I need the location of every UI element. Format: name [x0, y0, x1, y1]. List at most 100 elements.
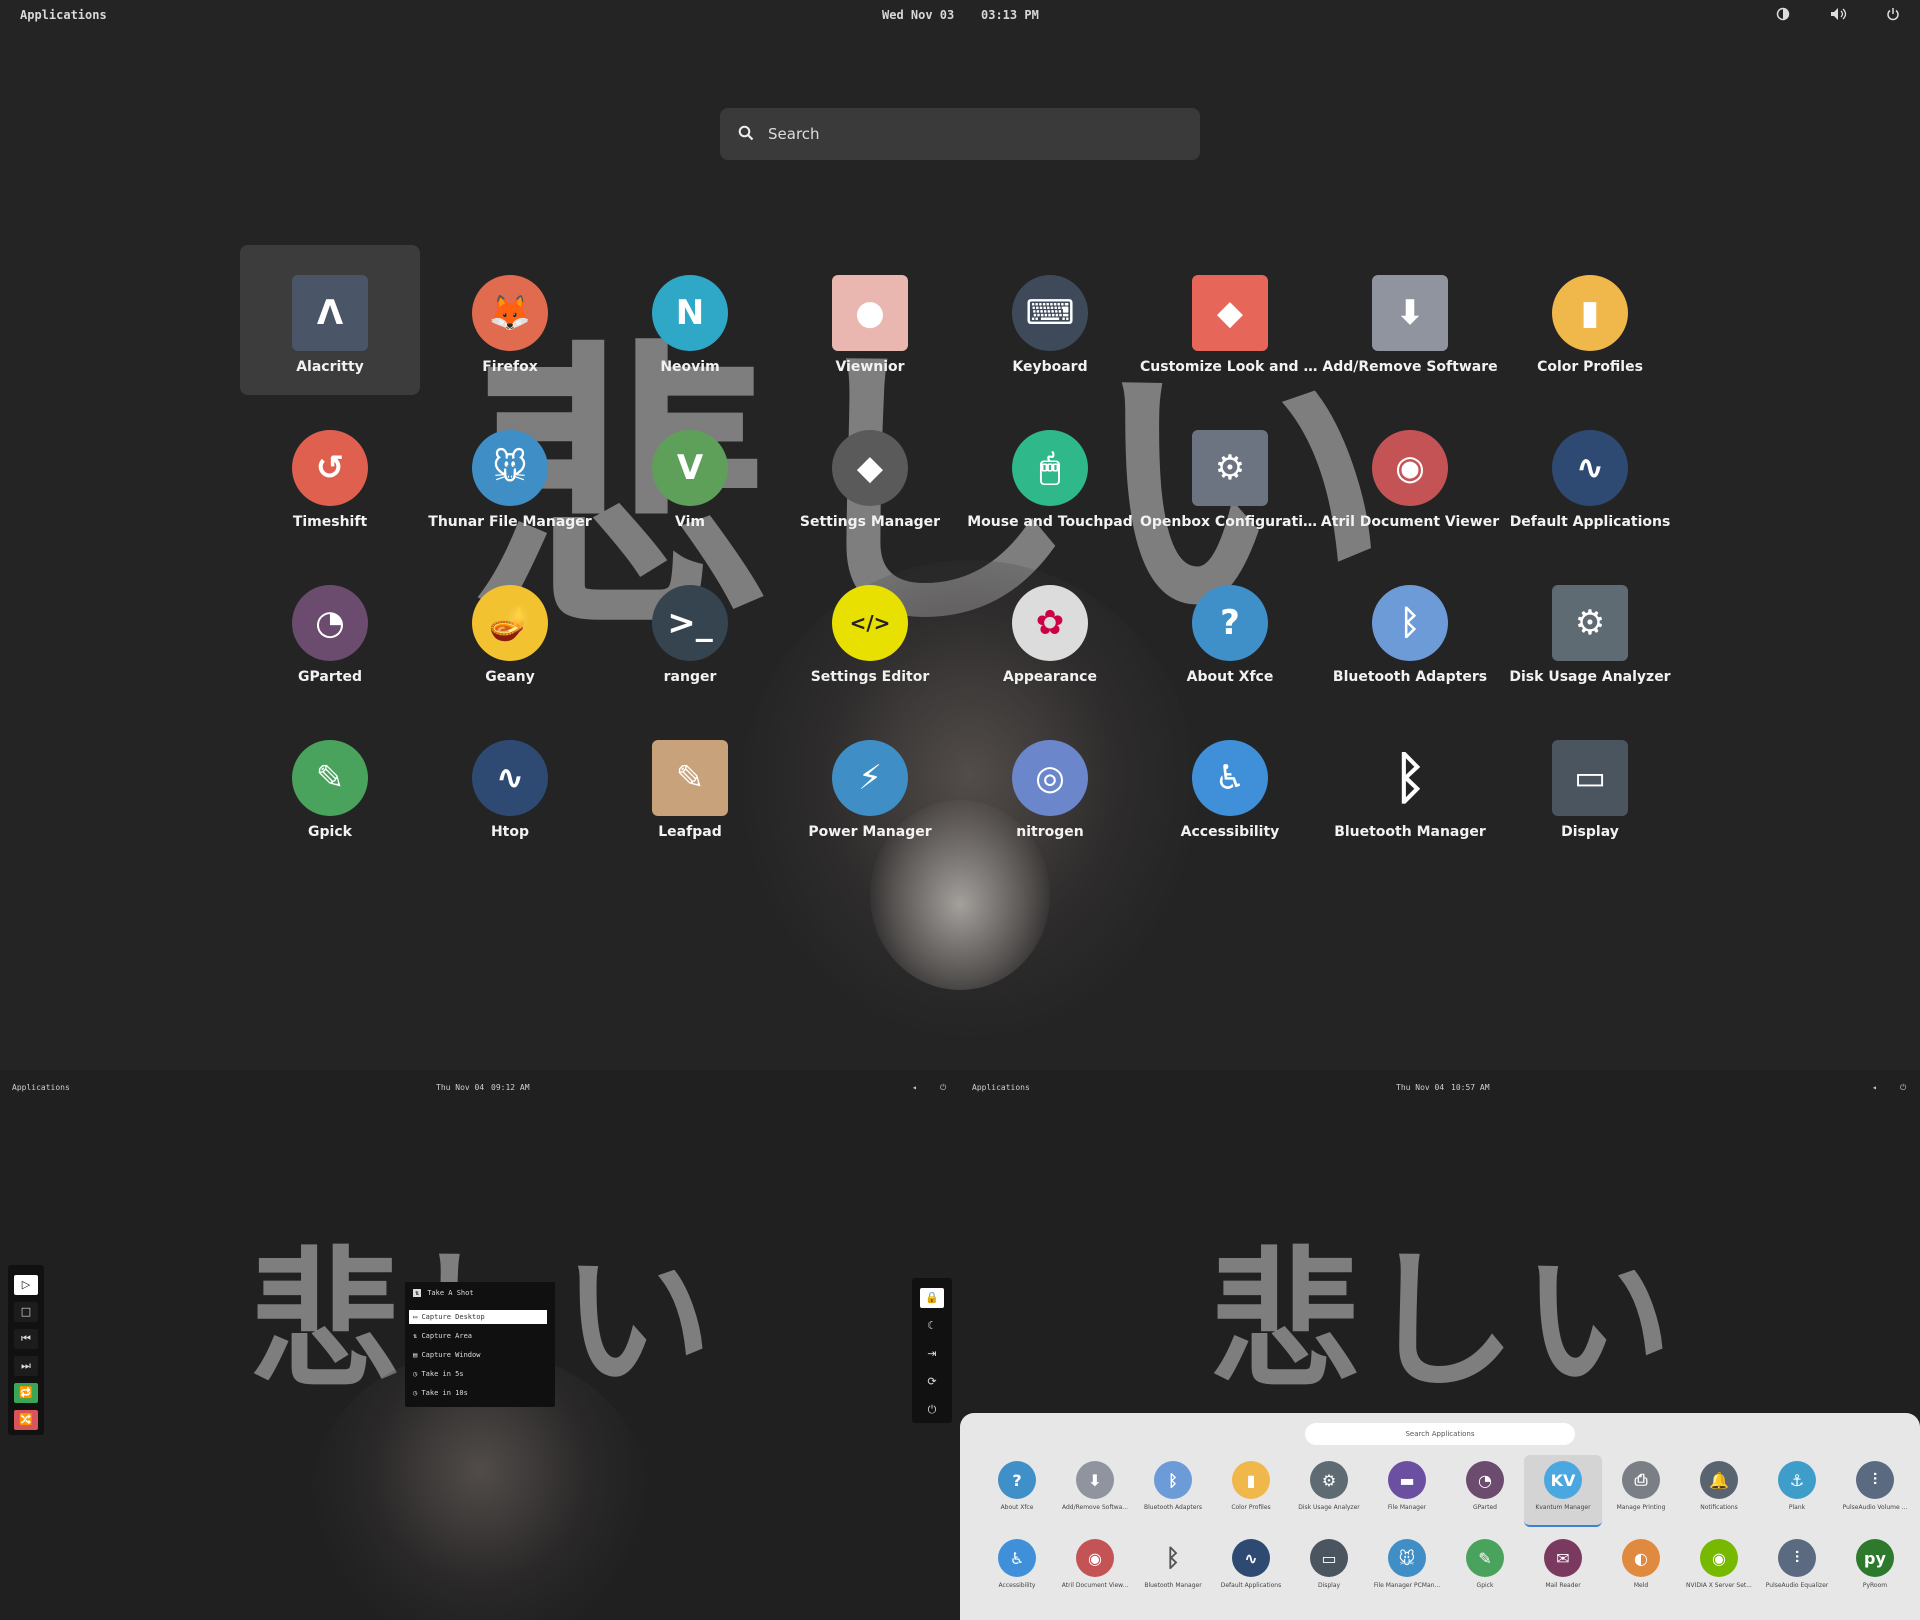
- app-tile[interactable]: 🪔 Geany: [420, 555, 600, 705]
- launcher-app-tile[interactable]: ⎙ Manage Printing: [1602, 1455, 1680, 1525]
- app-tile[interactable]: 🖱 Mouse and Touchpad: [960, 400, 1140, 550]
- app-tile[interactable]: ◆ Settings Manager: [780, 400, 960, 550]
- search-input[interactable]: Search: [720, 108, 1200, 160]
- app-tile[interactable]: ⚙ Disk Usage Analyzer: [1500, 555, 1680, 705]
- launcher-app-tile[interactable]: ▮ Color Profiles: [1212, 1455, 1290, 1525]
- app-tile[interactable]: ⬇ Add/Remove Software: [1320, 245, 1500, 395]
- power-icon[interactable]: ⏻: [940, 1083, 946, 1093]
- launcher-app-tile[interactable]: ⚓ Plank: [1758, 1455, 1836, 1525]
- clock-time[interactable]: 03:13 PM: [981, 8, 1039, 22]
- app-tile[interactable]: 🐭 Thunar File Manager: [420, 400, 600, 550]
- applications-menu[interactable]: Applications: [972, 1083, 1030, 1092]
- launcher-app-tile[interactable]: ᛒ Bluetooth Adapters: [1134, 1455, 1212, 1525]
- app-tile[interactable]: ● Viewnior: [780, 245, 960, 395]
- clock-date[interactable]: Thu Nov 04: [436, 1083, 484, 1092]
- app-tile[interactable]: ✿ Appearance: [960, 555, 1140, 705]
- bluetooth-adapters-icon: ᛒ: [1154, 1461, 1192, 1499]
- launcher-app-tile[interactable]: 🔔 Notifications: [1680, 1455, 1758, 1525]
- app-tile[interactable]: Λ Alacritty: [240, 245, 420, 395]
- app-tile[interactable]: ◉ Atril Document Viewer: [1320, 400, 1500, 550]
- suspend-button[interactable]: ☾: [920, 1316, 944, 1336]
- app-tile[interactable]: ⚙ Openbox Configuratio...: [1140, 400, 1320, 550]
- next-button[interactable]: ⏭: [14, 1356, 38, 1376]
- geany-icon: 🪔: [472, 585, 548, 661]
- app-tile[interactable]: ◔ GParted: [240, 555, 420, 705]
- night-light-icon[interactable]: [1776, 6, 1790, 21]
- app-tile[interactable]: ✎ Leafpad: [600, 710, 780, 860]
- shuffle-button[interactable]: 🔀: [14, 1410, 38, 1430]
- lock-button[interactable]: 🔒: [920, 1288, 944, 1308]
- capture-window-item[interactable]: ▤ Capture Window: [409, 1348, 547, 1362]
- launcher-app-tile[interactable]: ⫶ PulseAudio Equalizer: [1758, 1533, 1836, 1603]
- volume-icon[interactable]: ◂: [1872, 1083, 1877, 1092]
- app-tile[interactable]: ᛒ Bluetooth Manager: [1320, 710, 1500, 860]
- app-tile[interactable]: >_ ranger: [600, 555, 780, 705]
- stop-button[interactable]: □: [14, 1302, 38, 1322]
- launcher-app-tile[interactable]: ⬇ Add/Remove Softwa...: [1056, 1455, 1134, 1525]
- atril-icon: ◉: [1372, 430, 1448, 506]
- launcher-app-tile[interactable]: ᛒ Bluetooth Manager: [1134, 1533, 1212, 1603]
- app-tile[interactable]: ⚡ Power Manager: [780, 710, 960, 860]
- launcher-app-tile[interactable]: ? About Xfce: [978, 1455, 1056, 1525]
- app-tile[interactable]: ∿ Htop: [420, 710, 600, 860]
- clock-time[interactable]: 09:12 AM: [491, 1083, 530, 1092]
- launcher-app-tile[interactable]: py PyRoom: [1836, 1533, 1914, 1603]
- launcher-app-tile[interactable]: ✎ Gpick: [1446, 1533, 1524, 1603]
- clock-date[interactable]: Wed Nov 03: [882, 8, 954, 22]
- launcher-app-tile[interactable]: 🐭 File Manager PCMan...: [1368, 1533, 1446, 1603]
- launcher-app-tile[interactable]: ∿ Default Applications: [1212, 1533, 1290, 1603]
- power-icon[interactable]: [1886, 6, 1900, 21]
- app-tile[interactable]: ? About Xfce: [1140, 555, 1320, 705]
- take-in-5s-item[interactable]: ◷ Take in 5s: [409, 1367, 547, 1381]
- app-tile[interactable]: ᛒ Bluetooth Adapters: [1320, 555, 1500, 705]
- app-tile[interactable]: ⌨ Keyboard: [960, 245, 1140, 395]
- repeat-button[interactable]: 🔁: [14, 1383, 38, 1403]
- app-tile[interactable]: </> Settings Editor: [780, 555, 960, 705]
- launcher-app-tile[interactable]: ✉ Mail Reader: [1524, 1533, 1602, 1603]
- launcher-app-tile[interactable]: ◉ Atril Document View...: [1056, 1533, 1134, 1603]
- play-button[interactable]: ▷: [14, 1275, 38, 1295]
- power-icon[interactable]: ⏻: [1900, 1083, 1906, 1093]
- app-tile[interactable]: ◎ nitrogen: [960, 710, 1140, 860]
- launcher-app-label: PulseAudio Equalizer: [1765, 1582, 1829, 1589]
- app-tile[interactable]: V Vim: [600, 400, 780, 550]
- launcher-search-input[interactable]: Search Applications: [1305, 1423, 1575, 1445]
- capture-desktop-item[interactable]: ▭ Capture Desktop: [409, 1310, 547, 1324]
- app-label: Openbox Configuratio...: [1140, 514, 1320, 530]
- logout-button[interactable]: ⇥: [920, 1344, 944, 1364]
- gpick-icon: ✎: [1466, 1539, 1504, 1577]
- app-tile[interactable]: ∿ Default Applications: [1500, 400, 1680, 550]
- launcher-app-tile[interactable]: KV Kvantum Manager: [1524, 1455, 1602, 1527]
- launcher-app-tile[interactable]: ◉ NVIDIA X Server Set...: [1680, 1533, 1758, 1603]
- app-tile[interactable]: ↺ Timeshift: [240, 400, 420, 550]
- shutdown-button[interactable]: ⏻: [920, 1400, 944, 1420]
- power-menu-panel: 🔒 ☾ ⇥ ⟳ ⏻: [912, 1278, 952, 1423]
- take-in-10s-item[interactable]: ◷ Take in 10s: [409, 1386, 547, 1400]
- app-tile[interactable]: ▭ Display: [1500, 710, 1680, 860]
- launcher-app-tile[interactable]: ◔ GParted: [1446, 1455, 1524, 1525]
- launcher-app-tile[interactable]: ▬ File Manager: [1368, 1455, 1446, 1525]
- launcher-app-tile[interactable]: ⚙ Disk Usage Analyzer: [1290, 1455, 1368, 1525]
- app-tile[interactable]: ▮ Color Profiles: [1500, 245, 1680, 395]
- app-tile[interactable]: ◆ Customize Look and Fe...: [1140, 245, 1320, 395]
- app-tile[interactable]: ♿ Accessibility: [1140, 710, 1320, 860]
- launcher-app-tile[interactable]: ◐ Meld: [1602, 1533, 1680, 1603]
- app-tile[interactable]: 🦊 Firefox: [420, 245, 600, 395]
- thunar-icon: 🐭: [472, 430, 548, 506]
- capture-area-item[interactable]: ⇅ Capture Area: [409, 1329, 547, 1343]
- volume-icon[interactable]: [1830, 6, 1848, 20]
- launcher-app-tile[interactable]: ▭ Display: [1290, 1533, 1368, 1603]
- launcher-app-tile[interactable]: ♿ Accessibility: [978, 1533, 1056, 1603]
- notifications-icon: 🔔: [1700, 1461, 1738, 1499]
- reboot-button[interactable]: ⟳: [920, 1372, 944, 1392]
- app-tile[interactable]: N Neovim: [600, 245, 780, 395]
- clock-date[interactable]: Thu Nov 04: [1396, 1083, 1444, 1092]
- applications-menu[interactable]: Applications: [20, 8, 107, 22]
- launcher-app-tile[interactable]: ⫶ PulseAudio Volume ...: [1836, 1455, 1914, 1525]
- clock-time[interactable]: 10:57 AM: [1451, 1083, 1490, 1092]
- applications-menu[interactable]: Applications: [12, 1083, 70, 1092]
- launcher-app-label: Atril Document View...: [1061, 1582, 1129, 1589]
- app-tile[interactable]: ✎ Gpick: [240, 710, 420, 860]
- previous-button[interactable]: ⏮: [14, 1329, 38, 1349]
- volume-icon[interactable]: ◂: [912, 1083, 917, 1092]
